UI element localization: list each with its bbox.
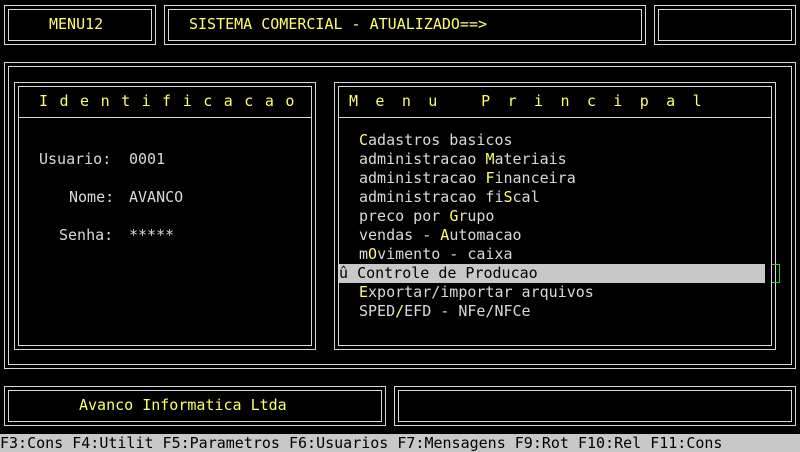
menu-item[interactable]: Exportar/importar arquivos [359,283,594,302]
company-name: Avanco Informatica Ltda [79,396,287,414]
function-keys-bar[interactable]: F3:Cons F4:Utilit F5:Parametros F6:Usuar… [0,434,800,452]
main-menu-panel: Menu Principal Cadastros basicos administ… [334,82,780,350]
menu-item[interactable]: administracao fiScal [359,188,540,207]
menu-item[interactable]: Cadastros basicos [359,131,513,150]
menu-item[interactable]: administracao Materiais [359,150,567,169]
menu-item[interactable]: administracao Financeira [359,169,576,188]
menu-item-hotkey: S [503,188,513,206]
header-right-box [654,5,796,45]
menu-item-hotkey: C [359,131,369,149]
user-label: Usuario: [39,150,112,168]
menu-item-text-pre: vendas - [359,226,441,244]
text-cursor [771,264,780,283]
menu-item-text-post: inanceira [494,169,576,187]
main-menu-divider [339,117,771,118]
menu-item-hotkey: O [368,245,378,263]
user-value: 0001 [129,150,166,168]
menu-code: MENU12 [49,15,104,33]
identification-divider [19,117,311,118]
menu-item[interactable]: û Controle de Producao [339,264,765,283]
password-value: ***** [129,226,175,244]
menu-item-text-pre: SPED [359,302,396,320]
menu-code-box: MENU12 [4,5,156,45]
menu-item-text-pre: preco por [359,207,450,225]
menu-item-text-post: EFD - NFe/NFCe [404,302,531,320]
system-title: SISTEMA COMERCIAL - ATUALIZADO==> [189,15,488,33]
menu-item-text-pre: administracao fi [359,188,504,206]
system-title-box: SISTEMA COMERCIAL - ATUALIZADO==> [164,5,646,45]
menu-item-text-post: utomacao [449,226,522,244]
menu-item-text-post: ateriais [494,150,567,168]
password-label: Senha: [59,226,114,244]
name-label: Nome: [69,188,115,206]
footer-right-box [394,386,796,426]
menu-item-hotkey: E [359,283,369,301]
menu-item[interactable]: mOvimento - caixa [359,245,513,264]
menu-item-hotkey: / [395,302,405,320]
menu-item-hotkey: A [440,226,450,244]
menu-item[interactable]: SPED/EFD - NFe/NFCe [359,302,531,321]
menu-item-text-pre: administracao [359,169,486,187]
company-box: Avanco Informatica Ltda [4,386,386,426]
menu-item-text-post: vimento - caixa [377,245,513,263]
menu-item-text-post: cal [512,188,540,206]
menu-item[interactable]: preco por Grupo [359,207,494,226]
menu-item-text-post: xportar/importar arquivos [368,283,594,301]
name-value: AVANCO [129,188,184,206]
identification-panel: Identificacao Usuario: 0001 Nome: AVANCO… [14,82,316,350]
menu-item-text-post: rupo [458,207,495,225]
main-menu-title: Menu Principal [349,92,720,110]
menu-item-text-post: Controle de Producao [357,264,538,282]
identification-title: Identificacao [39,92,306,110]
menu-item-text-pre: administracao [359,150,486,168]
menu-item[interactable]: vendas - Automacao [359,226,522,245]
selected-marker: û [339,264,358,282]
menu-item-hotkey: G [449,207,459,225]
menu-item-text-post: adastros basicos [368,131,513,149]
menu-item-text-pre: m [359,245,369,263]
